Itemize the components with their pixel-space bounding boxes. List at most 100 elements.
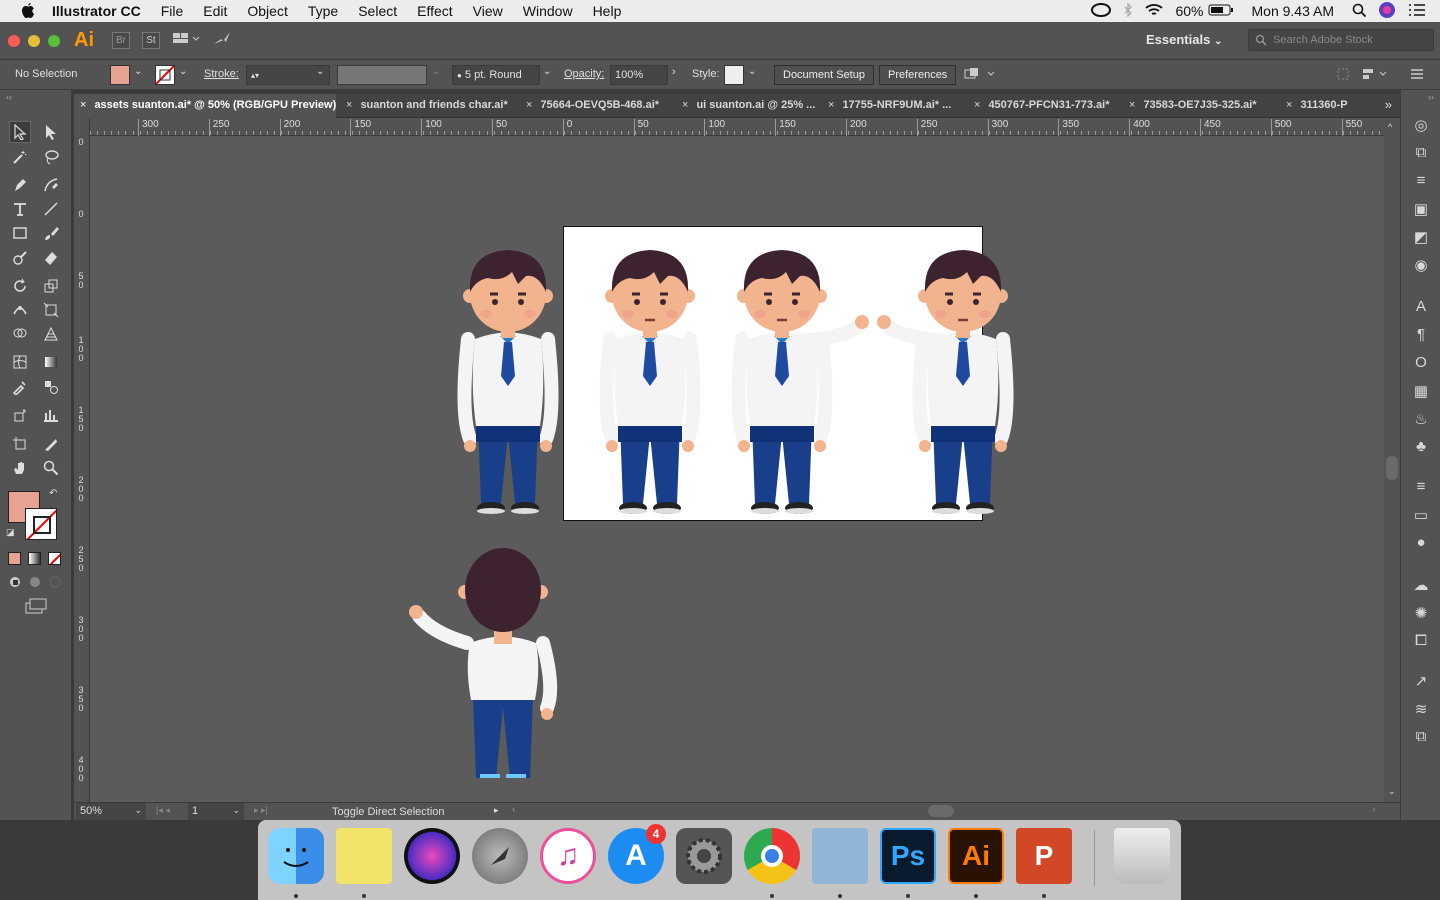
document-tab[interactable]: × assets suanton.ai* @ 50% (RGB/GPU Previ…	[74, 94, 336, 118]
perspective-grid-tool-icon[interactable]	[40, 323, 62, 345]
paintbrush-tool-icon[interactable]	[40, 222, 62, 244]
pen-tool-icon[interactable]	[9, 174, 31, 196]
horizontal-scroll-thumb[interactable]	[928, 805, 954, 817]
artboard-number-field[interactable]: 1 ⌄	[188, 803, 244, 820]
type-tool-icon[interactable]	[9, 198, 31, 220]
scale-tool-icon[interactable]	[40, 275, 62, 297]
menu-select[interactable]: Select	[358, 3, 397, 19]
artboards-icon[interactable]: ⧠	[1412, 632, 1430, 649]
transform-icon[interactable]: ⧉	[1412, 144, 1430, 161]
symbol-sprayer-tool-icon[interactable]	[9, 404, 31, 426]
pathfinder-icon[interactable]: ▣	[1412, 200, 1430, 218]
character-pointing-right[interactable]	[737, 250, 827, 514]
system-preferences-icon[interactable]	[676, 828, 732, 884]
document-setup-button[interactable]: Document Setup	[774, 65, 874, 85]
menu-view[interactable]: View	[473, 3, 503, 19]
rectangle-tool-icon[interactable]	[9, 222, 31, 244]
draw-inside-icon[interactable]	[48, 575, 62, 594]
character-thinking[interactable]	[463, 250, 553, 514]
fill-dropdown-icon[interactable]: ⌄	[134, 66, 142, 77]
workspace-switcher[interactable]: Essentials ⌄	[1146, 32, 1222, 47]
navigator-icon[interactable]: ✺	[1412, 604, 1430, 622]
zoom-level-field[interactable]: 50% ⌄	[76, 803, 146, 820]
brush-definition[interactable]: ● 5 pt. Round	[452, 65, 540, 85]
swap-fill-stroke-icon[interactable]: ↶	[49, 488, 57, 499]
bridge-button[interactable]: Br	[112, 32, 130, 49]
collapse-panels-icon[interactable]: ››	[1428, 92, 1434, 102]
stroke-dropdown-icon[interactable]: ⌄	[179, 66, 187, 77]
photoshop-icon[interactable]: Ps	[880, 828, 936, 884]
hand-tool-icon[interactable]	[9, 457, 31, 479]
siri-menu-icon[interactable]	[1378, 1, 1396, 22]
finder-icon[interactable]	[268, 828, 324, 884]
status-text[interactable]: Toggle Direct Selection	[332, 806, 445, 818]
free-transform-tool-icon[interactable]	[40, 299, 62, 321]
close-tab-icon[interactable]: ×	[828, 99, 834, 111]
preferences-button[interactable]: Preferences	[879, 65, 957, 85]
apple-icon[interactable]	[20, 2, 38, 20]
document-tab[interactable]: × 75664-OEVQ5B-468.ai*	[520, 94, 672, 118]
stroke-color-box[interactable]	[25, 508, 57, 540]
opacity-arrow-icon[interactable]: ›	[672, 66, 676, 78]
menu-window[interactable]: Window	[523, 3, 573, 19]
stock-button[interactable]: St	[142, 32, 160, 49]
close-tab-icon[interactable]: ×	[1286, 99, 1292, 111]
character-artwork[interactable]	[90, 136, 1384, 802]
menu-file[interactable]: File	[161, 3, 184, 19]
stroke-weight-dropdown-icon[interactable]: ⌄	[316, 66, 324, 77]
character-pointing-left[interactable]	[918, 250, 1008, 514]
line-segment-tool-icon[interactable]	[40, 198, 62, 220]
menu-edit[interactable]: Edit	[203, 3, 227, 19]
vertical-scrollbar[interactable]: ^ ⌄	[1384, 118, 1400, 802]
arrange-documents-icon[interactable]	[172, 31, 202, 50]
blend-tool-icon[interactable]	[40, 376, 62, 398]
mesh-tool-icon[interactable]	[9, 351, 31, 373]
character-back-view[interactable]	[409, 548, 553, 778]
arrange-icon[interactable]	[964, 66, 1000, 85]
rotate-tool-icon[interactable]	[9, 275, 31, 297]
gradient-tool-icon[interactable]	[40, 351, 62, 373]
character-standing[interactable]	[605, 250, 695, 514]
scroll-down-icon[interactable]: ⌄	[1388, 786, 1396, 797]
eyedropper-tool-icon[interactable]	[9, 376, 31, 398]
app-name-menu[interactable]: Illustrator CC	[52, 3, 141, 19]
width-tool-icon[interactable]	[9, 299, 31, 321]
draw-behind-icon[interactable]	[28, 575, 42, 594]
document-tab[interactable]: × 450767-PFCN31-773.ai*	[968, 94, 1119, 118]
character-icon[interactable]: A	[1412, 298, 1430, 315]
wifi-icon[interactable]	[1145, 3, 1164, 20]
chrome-icon[interactable]	[744, 828, 800, 884]
gpu-performance-icon[interactable]	[212, 30, 232, 51]
color-guide-icon[interactable]: ◎	[1412, 116, 1430, 134]
screen-mode-icon[interactable]	[24, 598, 48, 619]
spotlight-icon[interactable]	[1352, 3, 1367, 20]
color-mode-icon[interactable]	[8, 552, 21, 565]
export-icon[interactable]: ↗	[1412, 672, 1430, 690]
document-tab[interactable]: × ui suanton.ai @ 25% ...	[676, 94, 818, 118]
scroll-right-icon[interactable]: ›	[1372, 804, 1375, 815]
close-tab-icon[interactable]: ×	[1129, 99, 1135, 111]
menu-object[interactable]: Object	[247, 3, 287, 19]
close-tab-icon[interactable]: ×	[80, 99, 86, 111]
align-panel-icon[interactable]: ≡	[1412, 172, 1430, 189]
battery-icon[interactable]	[1208, 3, 1234, 19]
isolate-icon[interactable]	[1336, 67, 1350, 84]
close-window-button[interactable]	[8, 34, 20, 47]
menu-type[interactable]: Type	[308, 3, 338, 19]
appearance-icon[interactable]: ◉	[1412, 256, 1430, 274]
scroll-up-icon[interactable]: ^	[1388, 122, 1392, 132]
illustrator-icon[interactable]: Ai	[948, 828, 1004, 884]
clock[interactable]: Mon 9.43 AM	[1252, 3, 1335, 19]
status-menu-icon[interactable]: ▸	[494, 805, 499, 816]
variable-width-profile[interactable]	[337, 65, 427, 85]
paragraph-icon[interactable]: ¶	[1412, 326, 1430, 343]
align-icon[interactable]	[1362, 67, 1388, 84]
collapse-panel-icon[interactable]: ‹‹	[6, 92, 12, 102]
notification-center-icon[interactable]	[1408, 3, 1426, 20]
selection-tool-icon[interactable]	[9, 121, 31, 143]
slice-tool-icon[interactable]	[40, 433, 62, 455]
launchpad-icon[interactable]	[472, 828, 528, 884]
swatches-panel-icon[interactable]: ▦	[1412, 382, 1430, 400]
zoom-dropdown-icon[interactable]: ⌄	[134, 805, 142, 816]
style-dropdown-icon[interactable]: ⌄	[748, 66, 756, 77]
